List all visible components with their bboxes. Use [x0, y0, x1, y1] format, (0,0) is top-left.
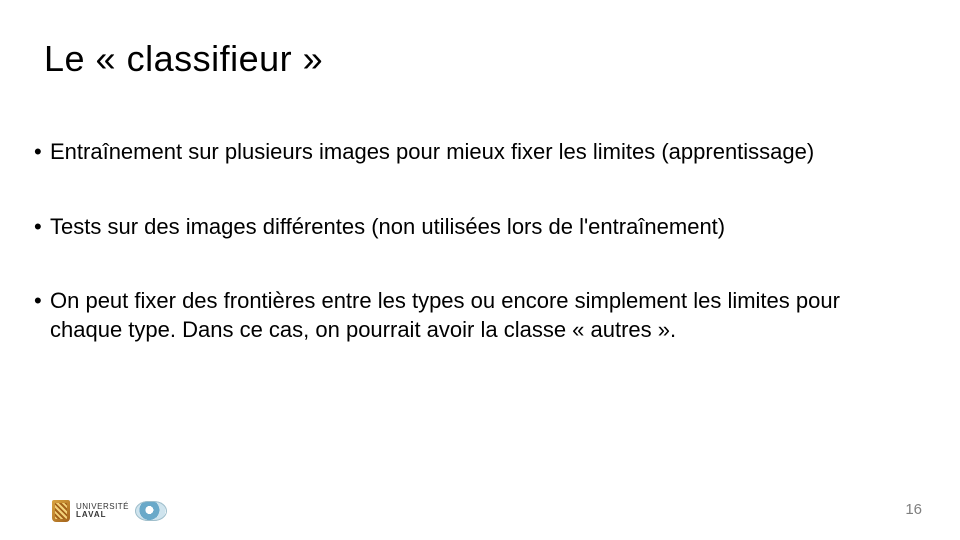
laval-shield-icon — [52, 500, 70, 522]
bullet-item: • Tests sur des images différentes (non … — [34, 213, 914, 242]
laval-wordmark: UNIVERSITÉ LAVAL — [76, 503, 129, 519]
eye-logo-icon — [135, 501, 167, 521]
bullet-dot-icon: • — [34, 287, 50, 344]
bullet-item: • On peut fixer des frontières entre les… — [34, 287, 914, 344]
bullet-dot-icon: • — [34, 138, 50, 167]
slide-body: • Entraînement sur plusieurs images pour… — [34, 138, 914, 390]
bullet-text: Tests sur des images différentes (non ut… — [50, 213, 914, 242]
laval-line2: LAVAL — [76, 511, 129, 519]
bullet-item: • Entraînement sur plusieurs images pour… — [34, 138, 914, 167]
slide-title: Le « classifieur » — [44, 38, 323, 80]
bullet-dot-icon: • — [34, 213, 50, 242]
bullet-text: Entraînement sur plusieurs images pour m… — [50, 138, 914, 167]
bullet-text: On peut fixer des frontières entre les t… — [50, 287, 914, 344]
footer-logo: UNIVERSITÉ LAVAL — [52, 500, 167, 522]
slide: Le « classifieur » • Entraînement sur pl… — [0, 0, 960, 540]
page-number: 16 — [905, 501, 922, 518]
